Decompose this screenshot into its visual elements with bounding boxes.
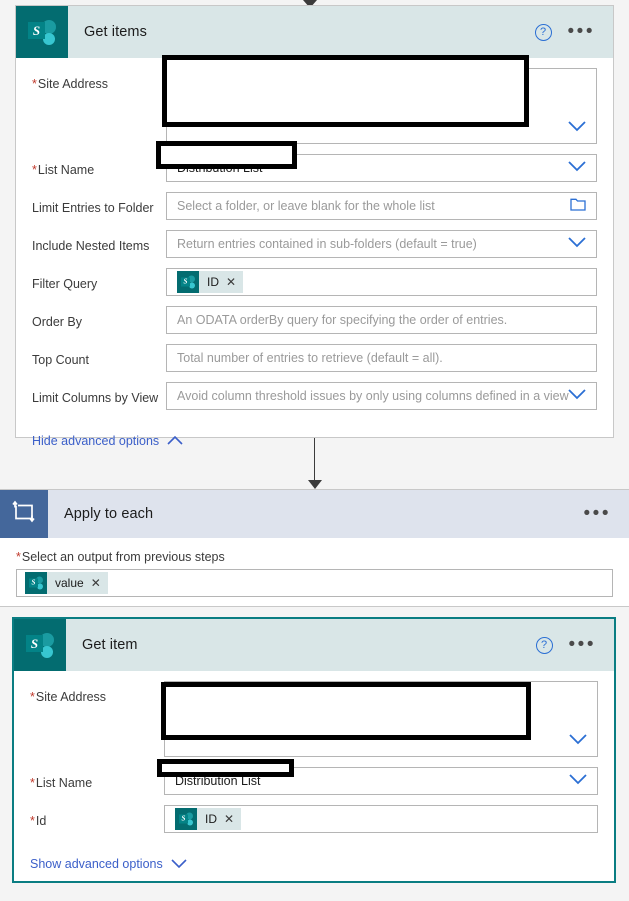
more-options-icon[interactable]: •••	[569, 635, 596, 654]
show-advanced-options-link[interactable]: Show advanced options	[30, 843, 598, 887]
more-options-icon[interactable]: •••	[568, 22, 595, 41]
redaction-box-site-address	[162, 55, 529, 127]
sharepoint-icon-letter: S	[28, 22, 45, 39]
chevron-down-icon[interactable]	[568, 237, 586, 251]
chevron-down-icon[interactable]	[171, 857, 187, 871]
required-asterisk: *	[30, 814, 35, 828]
field-row-filter-query: Filter Query S ID ✕	[32, 268, 597, 296]
chevron-down-icon[interactable]	[569, 774, 587, 788]
close-icon[interactable]: ✕	[226, 275, 236, 289]
dynamic-content-token[interactable]: S value ✕	[25, 572, 108, 594]
limit-entries-placeholder: Select a folder, or leave blank for the …	[177, 199, 435, 213]
dynamic-content-token[interactable]: S ID ✕	[177, 271, 244, 293]
help-icon[interactable]: ?	[534, 23, 552, 41]
required-asterisk: *	[32, 77, 37, 91]
field-row-include-nested-items: Include Nested Items Return entries cont…	[32, 230, 597, 258]
top-count-placeholder: Total number of entries to retrieve (def…	[177, 351, 443, 365]
field-row-list-name: *List Name Distribution List	[32, 154, 597, 182]
apply-to-each-action-card[interactable]: Apply to each ••• *Select an output from…	[0, 489, 629, 607]
sharepoint-icon: S	[14, 619, 66, 671]
field-label-filter-query: Filter Query	[32, 277, 98, 291]
id-input[interactable]: S ID ✕	[164, 805, 598, 833]
order-by-placeholder: An ODATA orderBy query for specifying th…	[177, 313, 508, 327]
more-options-icon[interactable]: •••	[584, 504, 611, 523]
required-asterisk: *	[32, 163, 37, 177]
sharepoint-icon: S	[25, 572, 47, 594]
field-label-include-nested-items: Include Nested Items	[32, 239, 150, 253]
loop-icon	[0, 490, 48, 538]
chevron-up-icon[interactable]	[167, 434, 183, 448]
field-label-limit-entries-to-folder: Limit Entries to Folder	[32, 201, 154, 215]
limit-entries-to-folder-input[interactable]: Select a folder, or leave blank for the …	[166, 192, 597, 220]
chevron-down-icon[interactable]	[569, 734, 587, 748]
top-count-input[interactable]: Total number of entries to retrieve (def…	[166, 344, 597, 372]
dynamic-content-token[interactable]: S ID ✕	[175, 808, 242, 830]
field-row-limit-columns-by-view: Limit Columns by View Avoid column thres…	[32, 382, 597, 410]
redaction-box-list-name	[156, 141, 297, 169]
field-row-id: *Id S ID ✕	[30, 805, 598, 833]
limit-columns-by-view-input[interactable]: Avoid column threshold issues by only us…	[166, 382, 597, 410]
close-icon[interactable]: ✕	[91, 576, 101, 590]
sharepoint-icon: S	[177, 271, 199, 293]
field-label-list-name: *List Name	[32, 163, 95, 177]
close-icon[interactable]: ✕	[224, 812, 234, 826]
apply-to-each-form: *Select an output from previous steps S …	[0, 538, 629, 611]
apply-to-each-card-header[interactable]: Apply to each •••	[0, 490, 629, 538]
get-items-title: Get items	[84, 24, 147, 40]
chevron-down-icon[interactable]	[568, 161, 586, 175]
field-label-top-count: Top Count	[32, 353, 89, 367]
required-asterisk: *	[30, 776, 35, 790]
token-label: ID	[207, 275, 219, 289]
flow-designer-canvas: S Get items ? ••• *Site Address *List Na…	[0, 0, 629, 901]
field-label-order-by: Order By	[32, 315, 83, 329]
filter-query-input[interactable]: S ID ✕	[166, 268, 597, 296]
token-label: value	[55, 576, 84, 590]
field-label-limit-columns-by-view: Limit Columns by View	[32, 391, 159, 405]
get-items-action-card[interactable]: S Get items ? ••• *Site Address *List Na…	[15, 5, 614, 448]
chevron-down-icon[interactable]	[568, 121, 586, 135]
get-item-title: Get item	[82, 637, 138, 653]
get-items-card-header[interactable]: S Get items ? •••	[16, 6, 613, 58]
field-row-top-count: Top Count Total number of entries to ret…	[32, 344, 597, 372]
get-item-action-card[interactable]: S Get item ? ••• *Site Address *List Nam…	[12, 617, 616, 883]
required-asterisk: *	[16, 550, 21, 564]
field-row-list-name: *List Name Distribution List	[30, 767, 598, 795]
sharepoint-icon-letter: S	[26, 635, 43, 652]
sharepoint-icon: S	[175, 808, 197, 830]
field-label-id: *Id	[30, 814, 47, 828]
order-by-input[interactable]: An ODATA orderBy query for specifying th…	[166, 306, 597, 334]
hide-advanced-options-link[interactable]: Hide advanced options	[32, 420, 597, 464]
hide-advanced-options-label: Hide advanced options	[32, 434, 160, 448]
chevron-down-icon[interactable]	[568, 389, 586, 403]
field-row-order-by: Order By An ODATA orderBy query for spec…	[32, 306, 597, 334]
get-item-card-header[interactable]: S Get item ? •••	[14, 619, 614, 671]
folder-icon[interactable]	[570, 198, 586, 215]
limit-columns-placeholder: Avoid column threshold issues by only us…	[177, 389, 569, 403]
field-label-site-address: *Site Address	[30, 690, 107, 704]
output-selector-label: *Select an output from previous steps	[16, 550, 225, 564]
redaction-box-list-name	[157, 759, 294, 777]
sharepoint-icon: S	[16, 6, 68, 58]
required-asterisk: *	[30, 690, 35, 704]
redaction-box-site-address	[161, 682, 531, 740]
field-label-site-address: *Site Address	[32, 77, 109, 91]
include-nested-items-placeholder: Return entries contained in sub-folders …	[177, 237, 477, 251]
help-icon[interactable]: ?	[535, 636, 553, 654]
include-nested-items-input[interactable]: Return entries contained in sub-folders …	[166, 230, 597, 258]
output-selector-input[interactable]: S value ✕	[16, 569, 613, 597]
field-label-list-name: *List Name	[30, 776, 93, 790]
token-label: ID	[205, 812, 217, 826]
field-row-limit-entries-to-folder: Limit Entries to Folder Select a folder,…	[32, 192, 597, 220]
show-advanced-options-label: Show advanced options	[30, 857, 163, 871]
apply-to-each-title: Apply to each	[64, 506, 154, 522]
